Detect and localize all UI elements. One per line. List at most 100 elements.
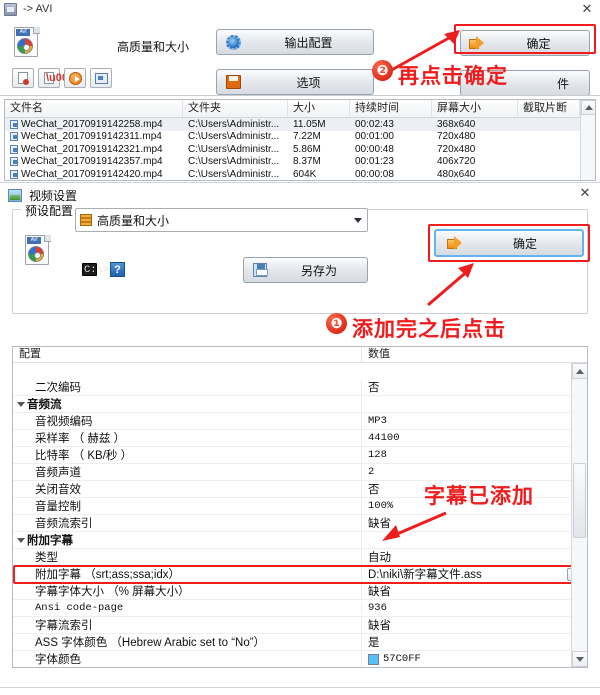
chevron-down-icon[interactable] xyxy=(349,217,367,223)
scroll-up-icon[interactable] xyxy=(581,100,595,115)
table-row[interactable]: WeChat_20170919142258.mp4 C:\Users\Admini… xyxy=(5,118,595,131)
file-row-screen: 406x720 xyxy=(437,156,476,168)
config-table-body: 二次编码否音频流 音视频编码 MP3 采样率 （ 赫兹 ） 44100 比特率 （ KB/… xyxy=(13,379,587,667)
dialog-confirm-button[interactable]: 确定 xyxy=(434,229,584,257)
preset-item-icon xyxy=(80,214,92,226)
annotation-step1: ❶ xyxy=(326,313,347,334)
config-column-key: 配置 xyxy=(13,347,362,362)
config-row[interactable]: 比特率 （ KB/秒 ） 128 xyxy=(13,447,587,464)
config-row-key: 采样率 （ 赫兹 ） xyxy=(13,430,362,446)
preset-select[interactable]: 高质量和大小 xyxy=(75,208,368,232)
file-row-duration: 00:01:00 xyxy=(355,131,394,143)
table-row[interactable]: WeChat_20170919142321.mp4 C:\Users\Admini… xyxy=(5,143,595,156)
table-row[interactable]: WeChat_20170919142311.mp4 C:\Users\Admini… xyxy=(5,131,595,144)
column-header-folder[interactable]: 文件夹 xyxy=(183,100,288,117)
config-row-value: 自动 xyxy=(368,552,391,564)
file-list-scrollbar[interactable] xyxy=(580,100,595,180)
add-file-button[interactable]: 件 xyxy=(460,70,590,96)
config-row-key: 字幕字体大小 （% 屏幕大小） xyxy=(13,583,362,599)
config-row-value: 44100 xyxy=(368,432,400,444)
config-row[interactable]: 采样率 （ 赫兹 ） 44100 xyxy=(13,430,587,447)
config-group-row[interactable]: 附加字幕 xyxy=(13,532,587,549)
table-row[interactable]: WeChat_20170919142357.mp4 C:\Users\Admini… xyxy=(5,156,595,169)
table-row[interactable]: WeChat_20170919142420.mp4 C:\Users\Admini… xyxy=(5,168,595,180)
config-scrollbar[interactable] xyxy=(571,363,587,667)
config-row[interactable]: 关闭音效否 xyxy=(13,481,587,498)
config-row-key: 附加字幕 xyxy=(13,532,362,548)
config-row-key: 音量控制 xyxy=(13,498,362,514)
config-row-value: 是 xyxy=(368,637,380,649)
config-row[interactable]: 字体颜色 57C0FF xyxy=(13,651,587,667)
config-row[interactable]: 字幕字体大小 （% 屏幕大小） 缺省 xyxy=(13,583,587,600)
expand-triangle-icon[interactable] xyxy=(17,402,25,407)
config-row-value: 否 xyxy=(368,484,380,496)
file-list-body: WeChat_20170919142258.mp4 C:\Users\Admini… xyxy=(5,118,595,180)
video-settings-dialog: 视频设置 ✕ 预设配置 AVI 高质量和大小 C:\> ? 另存为 确定 ❶ 添… xyxy=(0,182,600,695)
preview-icon[interactable] xyxy=(90,68,112,88)
config-row[interactable]: 音量控制 100% xyxy=(13,498,587,515)
top-confirm-button[interactable]: 确定 xyxy=(460,30,590,56)
file-row-folder: C:\Users\Administr... xyxy=(188,168,280,180)
config-scroll-thumb[interactable] xyxy=(573,463,586,538)
avi-format-icon-dialog: AVI xyxy=(25,235,51,265)
file-row-duration: 00:00:08 xyxy=(355,168,394,180)
column-header-filename[interactable]: 文件名 xyxy=(5,100,183,117)
config-table[interactable]: 配置 数值 二次编码否音频流 音视频编码 MP3 采样率 （ 赫兹 ） 44100 比特率… xyxy=(12,346,588,668)
annotation-step1-line1: 添加完之后点击 xyxy=(352,318,506,341)
preset-group-title: 预设配置 xyxy=(21,202,78,219)
output-config-button[interactable]: 输出配置 xyxy=(216,29,374,55)
expand-triangle-icon[interactable] xyxy=(17,538,25,543)
file-row-name: WeChat_20170919142321.mp4 xyxy=(5,144,183,155)
config-scroll-down-icon[interactable] xyxy=(572,651,587,667)
help-icon[interactable]: ? xyxy=(110,262,125,277)
config-row[interactable]: 类型 自动 xyxy=(13,549,587,566)
config-row[interactable]: Ansi code-page 936 xyxy=(13,600,587,617)
file-row-duration: 00:00:48 xyxy=(355,143,394,155)
save-as-button[interactable]: 另存为 xyxy=(243,257,368,283)
column-header-duration[interactable]: 持续时间 xyxy=(350,100,432,117)
config-group-row[interactable]: 音频流 xyxy=(13,396,587,413)
config-row-key: Ansi code-page xyxy=(13,602,362,614)
remove-file-icon[interactable] xyxy=(12,68,34,88)
file-row-duration: 00:02:43 xyxy=(355,118,394,130)
config-row[interactable]: ASS 字体颜色 （Hebrew Arabic set to “No”） 是 xyxy=(13,634,587,651)
config-row[interactable]: 附加字幕 （srt;ass;ssa;idx）D:\niki\新字幕文件.ass.… xyxy=(13,566,587,583)
color-swatch[interactable] xyxy=(368,653,379,665)
config-row-value: 否 xyxy=(368,382,380,394)
file-row-size: 5.86M xyxy=(293,143,321,155)
config-row[interactable]: 音频声道 2 xyxy=(13,464,587,481)
column-header-screen[interactable]: 屏幕大小 xyxy=(432,100,518,117)
config-scroll-up-icon[interactable] xyxy=(572,363,587,379)
avi-format-icon: AVI xyxy=(14,27,40,57)
config-row-key: 音频声道 xyxy=(13,464,362,480)
config-row[interactable]: 字幕流索引 缺省 xyxy=(13,617,587,634)
config-row-key: 关闭音效 xyxy=(13,481,362,497)
config-row-value: 57C0FF xyxy=(362,653,587,665)
play-icon[interactable] xyxy=(64,68,86,88)
file-list[interactable]: 文件名 文件夹 大小 持续时间 屏幕大小 截取片断 WeChat_2017091… xyxy=(4,99,596,181)
column-header-size[interactable]: 大小 xyxy=(288,100,350,117)
clear-list-icon[interactable]: \u00d7 xyxy=(38,68,81,88)
arrow-right-icon xyxy=(466,36,488,50)
options-button[interactable]: 选项 xyxy=(216,69,374,95)
preset-name-label: 高质量和大小 xyxy=(116,40,189,54)
video-file-icon xyxy=(10,144,18,154)
column-header-clip[interactable]: 截取片断 xyxy=(518,100,580,117)
config-row-key: 字幕流索引 xyxy=(13,617,362,633)
cmd-icon[interactable]: C:\> xyxy=(82,263,109,276)
video-file-icon xyxy=(10,119,18,129)
mini-toolbar: \u00d7 xyxy=(12,68,112,88)
preset-select-value: 高质量和大小 xyxy=(97,213,170,228)
config-row[interactable]: 二次编码否 xyxy=(13,379,587,396)
video-settings-close-icon[interactable]: ✕ xyxy=(578,186,592,200)
config-row-value: MP3 xyxy=(368,415,387,427)
close-icon[interactable]: ✕ xyxy=(580,2,594,16)
toolbar: AVI 高质量和大小 \u00d7 输出配置 选项 xyxy=(0,18,600,96)
config-row[interactable]: 音视频编码 MP3 xyxy=(13,413,587,430)
file-row-screen: 720x480 xyxy=(437,143,476,155)
config-row-value: 2 xyxy=(368,466,375,478)
config-row[interactable]: 音频流索引 缺省 xyxy=(13,515,587,532)
config-row-key: 音频流 xyxy=(13,396,362,412)
options-label: 选项 xyxy=(296,75,321,90)
file-list-header: 文件名 文件夹 大小 持续时间 屏幕大小 截取片断 xyxy=(5,100,595,118)
